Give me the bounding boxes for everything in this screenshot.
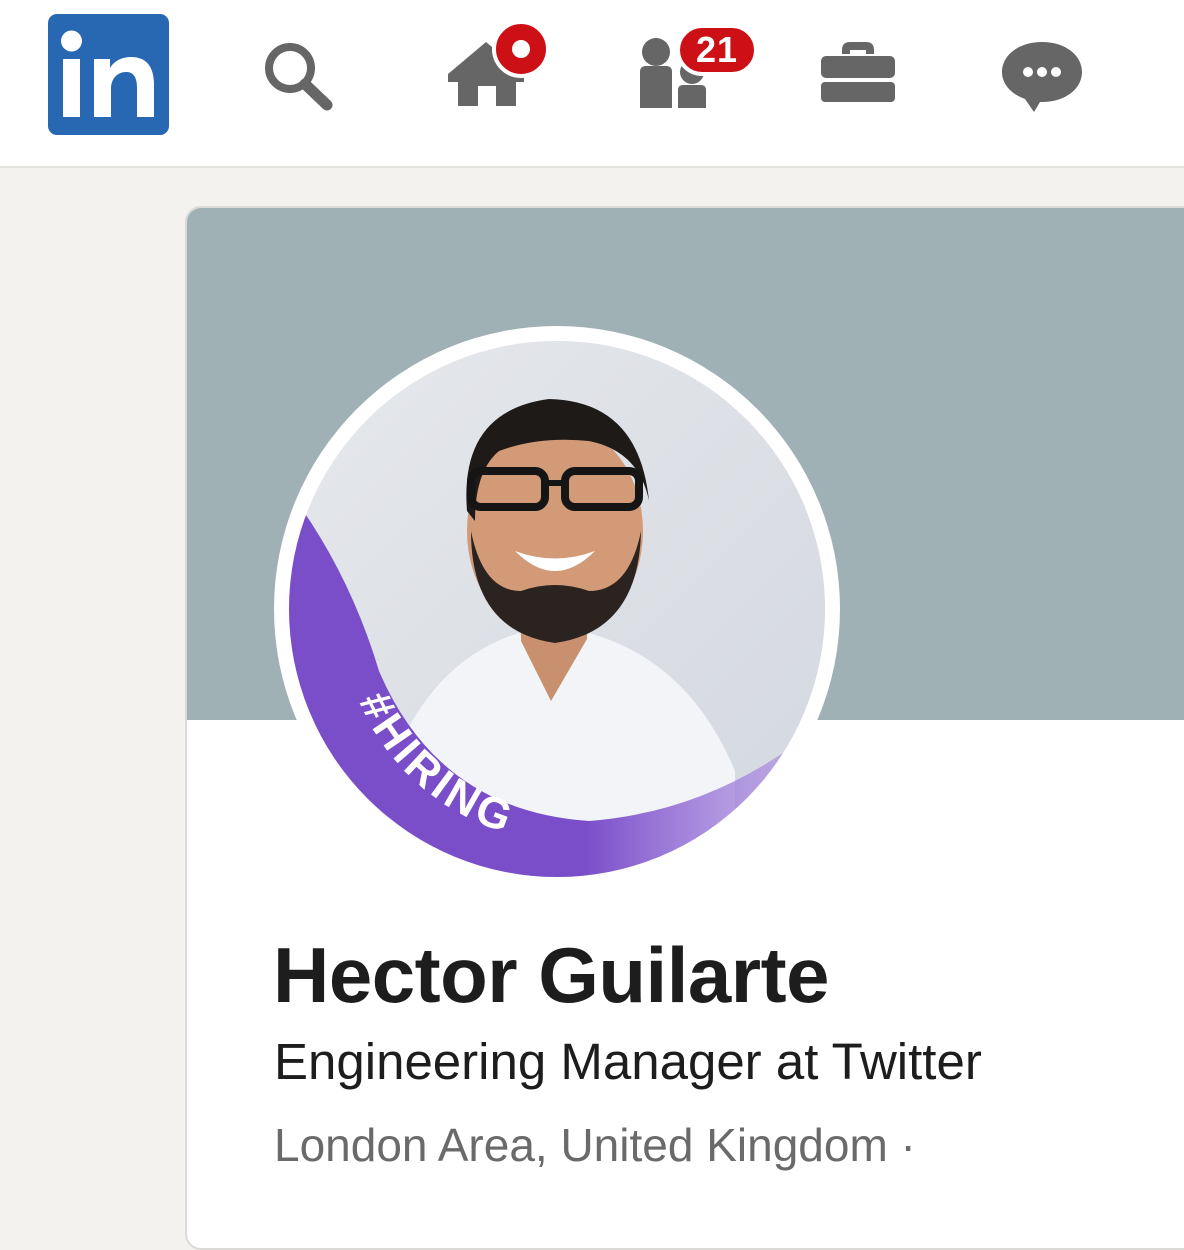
nav-messaging[interactable]	[992, 28, 1092, 128]
nav-search[interactable]	[248, 28, 348, 128]
chat-bubble-icon	[1002, 42, 1082, 112]
nav-jobs[interactable]	[808, 28, 908, 128]
linkedin-logo-icon	[61, 30, 154, 117]
profile-location: London Area, United Kingdom ·	[274, 1119, 916, 1171]
linkedin-logo[interactable]	[48, 14, 169, 135]
badge-dot	[512, 40, 530, 58]
top-nav-bar: 21	[0, 0, 1184, 168]
briefcase-icon	[821, 42, 895, 102]
network-badge-count: 21	[695, 29, 739, 70]
profile-name: Hector Guilarte	[273, 931, 829, 1019]
home-notification-badge	[492, 20, 550, 78]
profile-headline: Engineering Manager at Twitter	[274, 1033, 982, 1090]
profile-photo[interactable]: #HIRING	[289, 341, 825, 877]
search-icon	[265, 43, 333, 111]
network-notification-badge: 21	[676, 24, 758, 76]
profile-photo-image: #HIRING	[289, 341, 825, 877]
